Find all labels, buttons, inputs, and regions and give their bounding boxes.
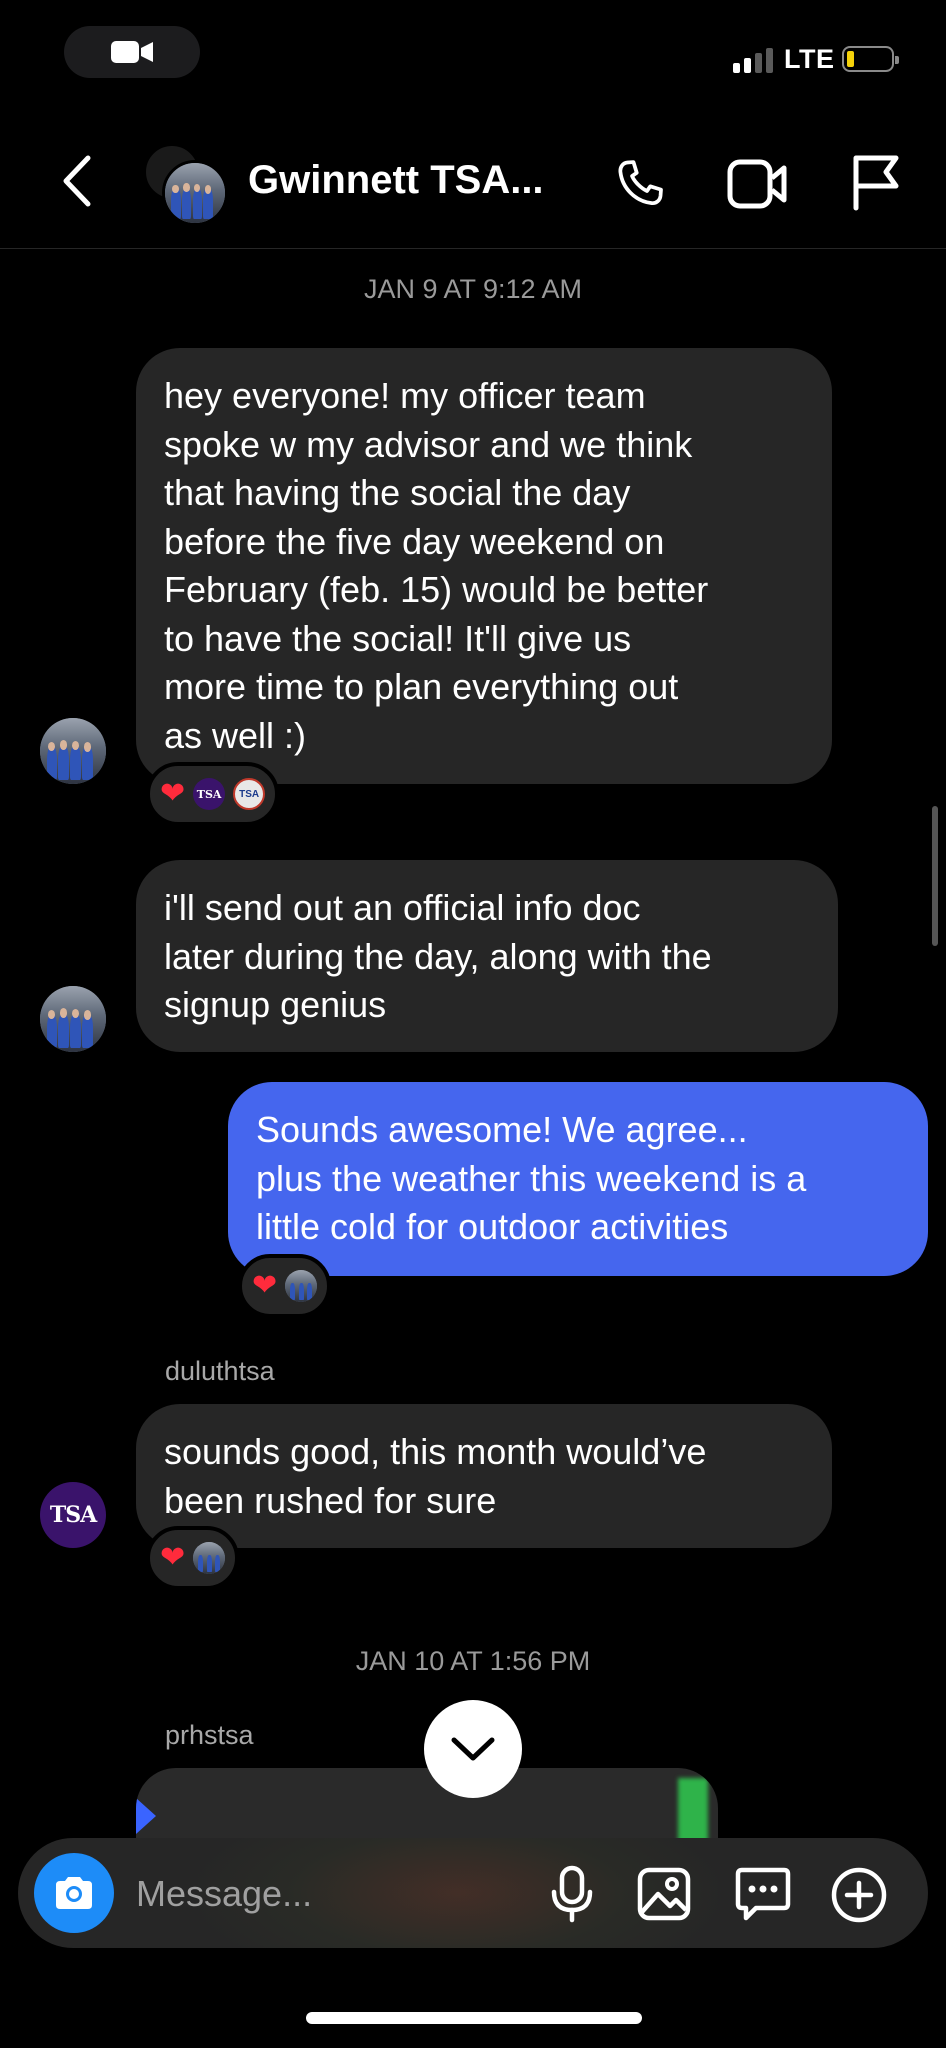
phone-icon[interactable] (612, 156, 668, 212)
sender-avatar[interactable] (40, 718, 106, 784)
message-bubble[interactable]: i'll send out an official info doc later … (136, 860, 838, 1052)
heart-reaction-icon: ❤ (252, 1269, 278, 1302)
group-avatar[interactable] (162, 160, 228, 226)
message-bubble[interactable]: hey everyone! my officer team spoke w my … (136, 348, 832, 784)
message-input[interactable] (136, 1866, 516, 1922)
video-camera-icon (111, 41, 153, 63)
chat-title[interactable]: Gwinnett TSA... (248, 158, 544, 203)
battery-icon (842, 46, 899, 72)
sender-name[interactable]: duluthtsa (165, 1356, 275, 1387)
camera-button[interactable] (34, 1853, 114, 1933)
duluthtsa-avatar[interactable]: TSA (40, 1482, 106, 1548)
heart-reaction-icon: ❤ (160, 1541, 186, 1574)
timestamp: JAN 9 AT 9:12 AM (363, 274, 583, 304)
my-message-bubble[interactable]: Sounds awesome! We agree... plus the weat… (228, 1082, 928, 1276)
scrollbar[interactable] (932, 806, 938, 946)
back-chevron-icon[interactable] (60, 154, 94, 208)
reactions-bar[interactable]: ❤ (238, 1254, 332, 1318)
home-indicator (306, 2012, 642, 2024)
header-divider (0, 248, 946, 249)
sender-avatar[interactable] (40, 986, 106, 1052)
cellular-signal-icon (733, 48, 773, 73)
message-bubble[interactable]: sounds good, this month would’ve been rus… (136, 1404, 832, 1548)
chevron-down-icon (451, 1737, 495, 1761)
microphone-icon[interactable] (550, 1864, 594, 1924)
heart-reaction-icon: ❤ (160, 777, 186, 810)
tsa-badge-reactor-avatar: TSA (233, 778, 266, 810)
camera-in-use-indicator (64, 26, 200, 78)
sender-name[interactable]: prhstsa (165, 1720, 254, 1751)
camera-icon (56, 1877, 92, 1909)
sticker-chat-icon[interactable] (734, 1866, 792, 1922)
tsa-logo-text: TSA (49, 1502, 97, 1528)
gallery-icon[interactable] (636, 1866, 692, 1922)
scroll-to-bottom-button[interactable] (424, 1700, 522, 1798)
tsa-reactor-avatar: TSA (193, 778, 226, 810)
timestamp: JAN 10 AT 1:56 PM (355, 1646, 591, 1676)
group-reactor-avatar (193, 1542, 226, 1574)
network-type: LTE (784, 44, 835, 74)
flag-icon[interactable] (848, 152, 904, 212)
video-call-icon[interactable] (726, 156, 790, 212)
group-reactor-avatar (285, 1270, 318, 1302)
add-plus-icon[interactable] (830, 1866, 888, 1924)
reactions-bar[interactable]: ❤ (146, 1526, 240, 1590)
reactions-bar[interactable]: ❤ TSA TSA (146, 762, 280, 826)
